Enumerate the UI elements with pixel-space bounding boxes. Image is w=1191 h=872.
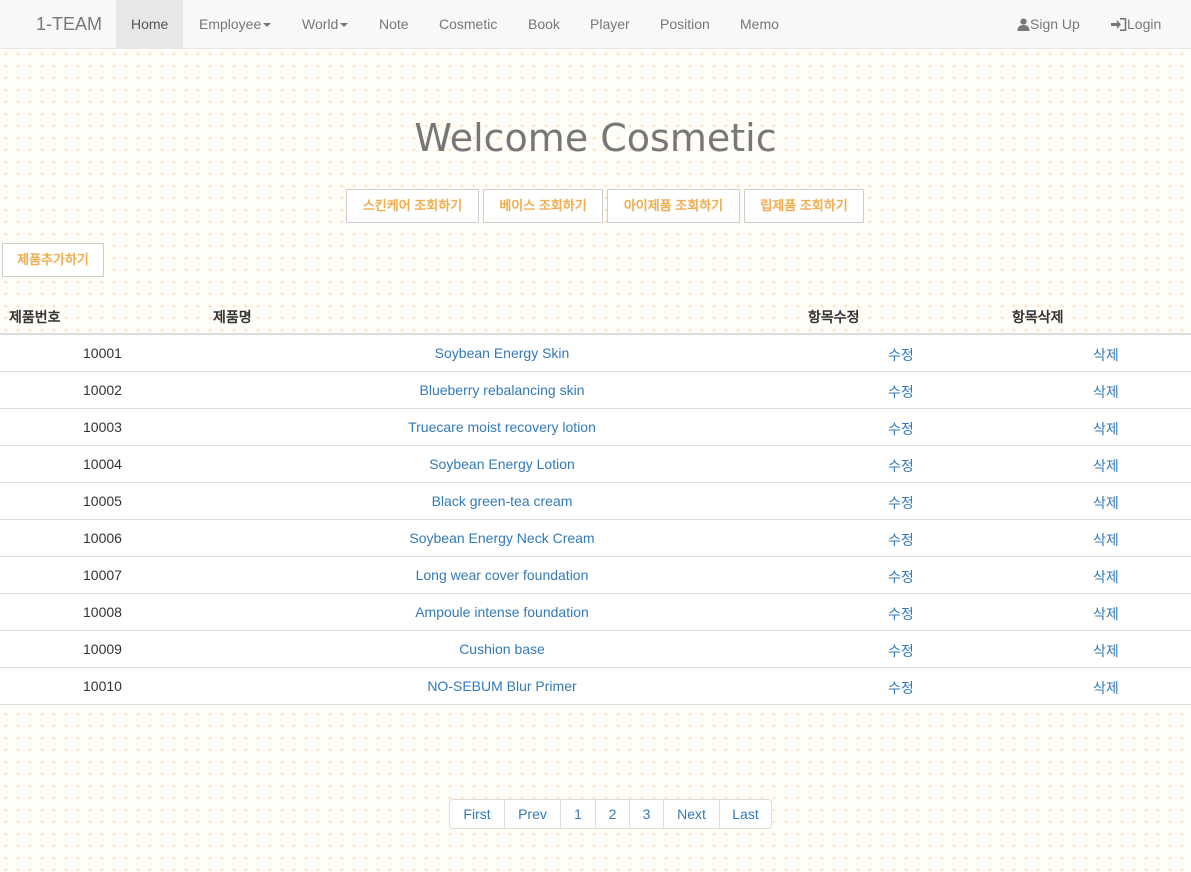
edit-link[interactable]: 수정 bbox=[888, 493, 914, 513]
product-id: 10002 bbox=[83, 382, 122, 398]
table-row: 10002 Blueberry rebalancing skin 수정 삭제 bbox=[0, 372, 1191, 409]
table-row: 10001 Soybean Energy Skin 수정 삭제 bbox=[0, 335, 1191, 372]
header-product-id: 제품번호 bbox=[9, 309, 61, 325]
page-title: Welcome Cosmetic bbox=[414, 116, 777, 160]
product-id: 10010 bbox=[83, 678, 122, 694]
lip-product-view-button[interactable]: 립제품 조회하기 bbox=[744, 189, 864, 223]
delete-link[interactable]: 삭제 bbox=[1093, 382, 1119, 402]
product-name-link[interactable]: Soybean Energy Skin bbox=[300, 345, 704, 361]
delete-link[interactable]: 삭제 bbox=[1093, 345, 1119, 365]
product-name-link[interactable]: Soybean Energy Neck Cream bbox=[300, 530, 704, 546]
table-row: 10009 Cushion base 수정 삭제 bbox=[0, 631, 1191, 668]
brand-link[interactable]: 1-TEAM bbox=[36, 14, 102, 35]
product-id: 10009 bbox=[83, 641, 122, 657]
product-name-link[interactable]: Blueberry rebalancing skin bbox=[300, 382, 704, 398]
product-name-link[interactable]: Truecare moist recovery lotion bbox=[300, 419, 704, 435]
product-name-link[interactable]: Black green-tea cream bbox=[300, 493, 704, 509]
nav-world-dropdown[interactable]: World bbox=[302, 0, 349, 48]
delete-link[interactable]: 삭제 bbox=[1093, 641, 1119, 661]
nav-cosmetic[interactable]: Cosmetic bbox=[439, 0, 497, 48]
product-id: 10004 bbox=[83, 456, 122, 472]
table-row: 10008 Ampoule intense foundation 수정 삭제 bbox=[0, 594, 1191, 631]
log-in-icon bbox=[1111, 16, 1127, 32]
edit-link[interactable]: 수정 bbox=[888, 382, 914, 402]
table-row: 10003 Truecare moist recovery lotion 수정 삭제 bbox=[0, 409, 1191, 446]
page-next-link[interactable]: Next bbox=[663, 799, 720, 829]
edit-link[interactable]: 수정 bbox=[888, 567, 914, 587]
page-last-link[interactable]: Last bbox=[719, 799, 772, 829]
delete-link[interactable]: 삭제 bbox=[1093, 678, 1119, 698]
header-edit: 항목수정 bbox=[808, 309, 860, 325]
product-table: 제품번호 제품명 항목수정 항목삭제 10001 Soybean Energy S… bbox=[0, 296, 1191, 705]
delete-link[interactable]: 삭제 bbox=[1093, 567, 1119, 587]
signup-label: Sign Up bbox=[1030, 16, 1080, 32]
pagination: First Prev 1 2 3 Next Last bbox=[449, 799, 772, 829]
signup-link[interactable]: Sign Up bbox=[1017, 0, 1080, 48]
login-link[interactable]: Login bbox=[1111, 0, 1161, 48]
delete-link[interactable]: 삭제 bbox=[1093, 530, 1119, 550]
header-product-name: 제품명 bbox=[213, 309, 252, 325]
product-id: 10006 bbox=[83, 530, 122, 546]
nav-memo[interactable]: Memo bbox=[740, 0, 779, 48]
page-3-link[interactable]: 3 bbox=[629, 799, 664, 829]
skincare-view-button[interactable]: 스킨케어 조회하기 bbox=[346, 189, 479, 223]
header-delete: 항목삭제 bbox=[1012, 309, 1064, 325]
edit-link[interactable]: 수정 bbox=[888, 678, 914, 698]
table-row: 10005 Black green-tea cream 수정 삭제 bbox=[0, 483, 1191, 520]
product-id: 10007 bbox=[83, 567, 122, 583]
caret-down-icon bbox=[340, 23, 349, 28]
edit-link[interactable]: 수정 bbox=[888, 641, 914, 661]
nav-employee-dropdown[interactable]: Employee bbox=[199, 0, 272, 48]
user-icon bbox=[1017, 16, 1030, 32]
edit-link[interactable]: 수정 bbox=[888, 604, 914, 624]
product-name-link[interactable]: Long wear cover foundation bbox=[300, 567, 704, 583]
top-navbar: 1-TEAM Home Employee World Note Cosmetic… bbox=[0, 0, 1191, 49]
eye-product-view-button[interactable]: 아이제품 조회하기 bbox=[607, 189, 740, 223]
table-header: 제품번호 제품명 항목수정 항목삭제 bbox=[0, 296, 1191, 335]
nav-employee-label: Employee bbox=[199, 16, 262, 32]
product-id: 10008 bbox=[83, 604, 122, 620]
delete-link[interactable]: 삭제 bbox=[1093, 604, 1119, 624]
delete-link[interactable]: 삭제 bbox=[1093, 456, 1119, 476]
page-first-link[interactable]: First bbox=[449, 799, 505, 829]
table-row: 10010 NO-SEBUM Blur Primer 수정 삭제 bbox=[0, 668, 1191, 705]
delete-link[interactable]: 삭제 bbox=[1093, 493, 1119, 513]
nav-position[interactable]: Position bbox=[660, 0, 710, 48]
nav-player[interactable]: Player bbox=[590, 0, 630, 48]
nav-note[interactable]: Note bbox=[379, 0, 409, 48]
table-row: 10004 Soybean Energy Lotion 수정 삭제 bbox=[0, 446, 1191, 483]
base-view-button[interactable]: 베이스 조회하기 bbox=[483, 189, 603, 223]
page-prev-link[interactable]: Prev bbox=[504, 799, 561, 829]
product-name-link[interactable]: NO-SEBUM Blur Primer bbox=[300, 678, 704, 694]
page-2-link[interactable]: 2 bbox=[595, 799, 630, 829]
table-row: 10006 Soybean Energy Neck Cream 수정 삭제 bbox=[0, 520, 1191, 557]
edit-link[interactable]: 수정 bbox=[888, 530, 914, 550]
edit-link[interactable]: 수정 bbox=[888, 456, 914, 476]
product-name-link[interactable]: Ampoule intense foundation bbox=[300, 604, 704, 620]
login-label: Login bbox=[1127, 16, 1162, 32]
add-product-button[interactable]: 제품추가하기 bbox=[2, 243, 104, 277]
table-body: 10001 Soybean Energy Skin 수정 삭제 10002 Blueber… bbox=[0, 335, 1191, 705]
nav-home[interactable]: Home bbox=[116, 0, 184, 48]
product-id: 10005 bbox=[83, 493, 122, 509]
delete-link[interactable]: 삭제 bbox=[1093, 419, 1119, 439]
page-1-link[interactable]: 1 bbox=[560, 799, 596, 829]
nav-book[interactable]: Book bbox=[528, 0, 560, 48]
product-name-link[interactable]: Cushion base bbox=[300, 641, 704, 657]
edit-link[interactable]: 수정 bbox=[888, 419, 914, 439]
nav-world-label: World bbox=[302, 16, 339, 32]
edit-link[interactable]: 수정 bbox=[888, 345, 914, 365]
product-id: 10003 bbox=[83, 419, 122, 435]
product-name-link[interactable]: Soybean Energy Lotion bbox=[300, 456, 704, 472]
product-id: 10001 bbox=[83, 345, 122, 361]
table-row: 10007 Long wear cover foundation 수정 삭제 bbox=[0, 557, 1191, 594]
caret-down-icon bbox=[263, 23, 272, 28]
